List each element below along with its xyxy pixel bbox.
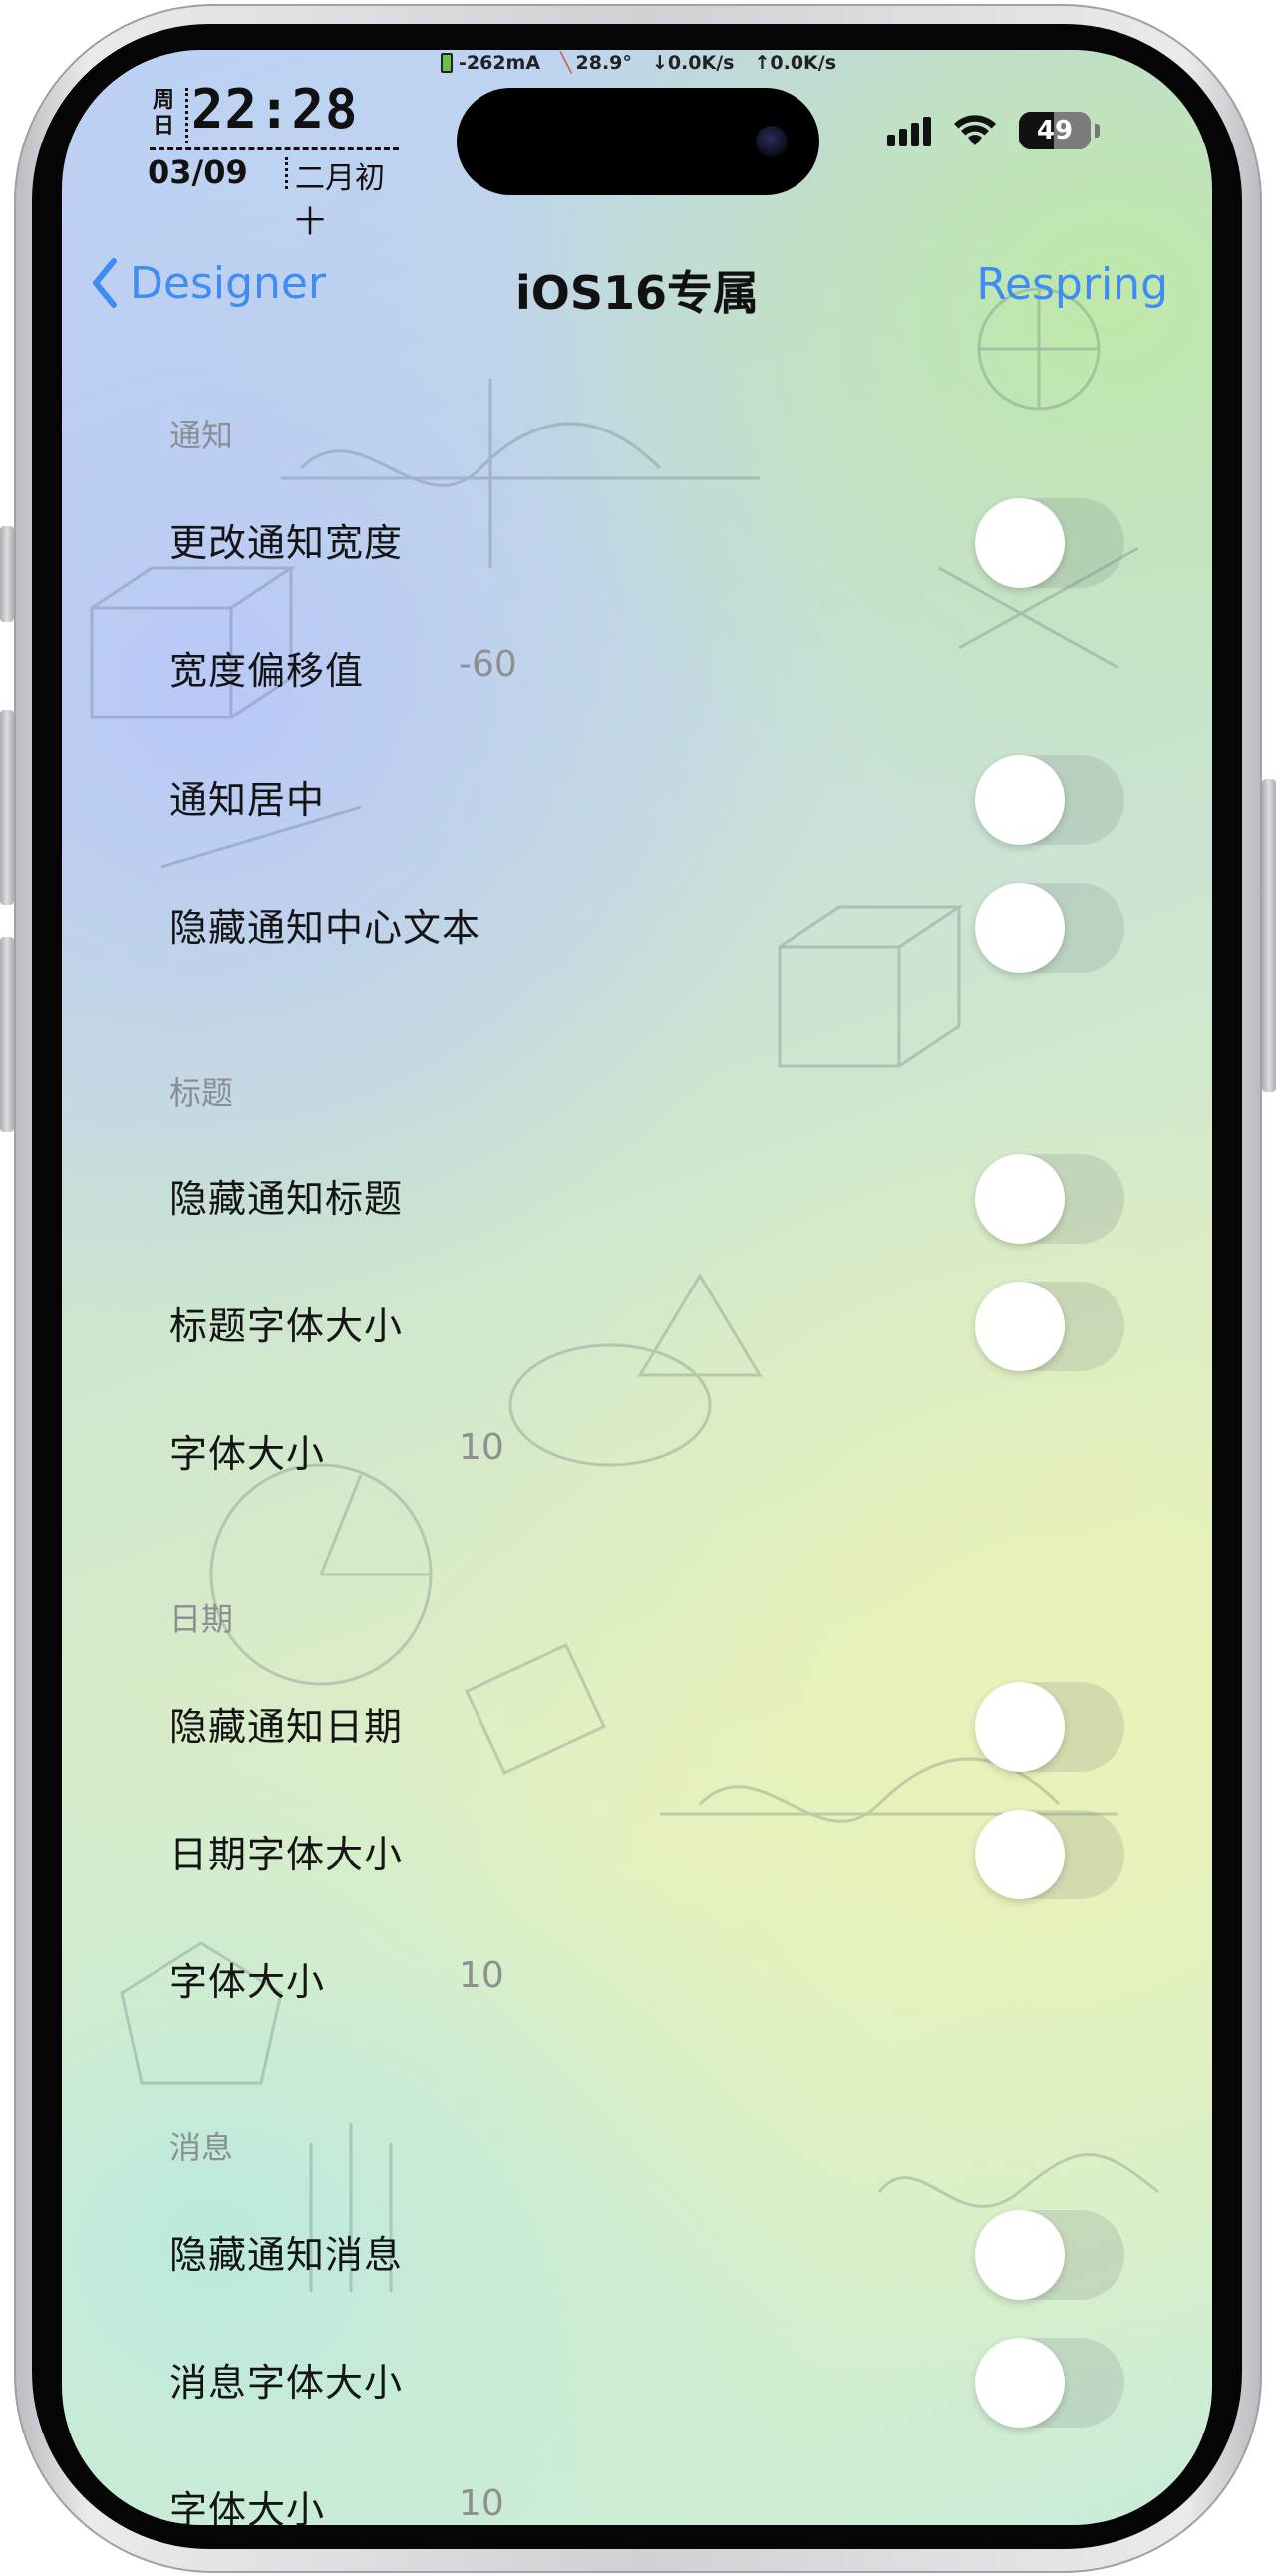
dynamic-island: [457, 88, 819, 195]
lunar-date: 二月初十: [295, 161, 385, 240]
row-label: 字体大小: [169, 2488, 326, 2525]
toggle-knob: [975, 755, 1065, 845]
toggle-knob: [975, 1682, 1065, 1772]
toggle-knob: [975, 2338, 1065, 2428]
toggle-knob: [975, 883, 1065, 973]
screen: 周日 22:28 03/09 二月初十 -262mA ╲ 28.9° ↓0.0K…: [62, 50, 1212, 2525]
row-label: 日期字体大小: [169, 1833, 404, 1876]
battery-icon: 49: [1019, 112, 1091, 149]
volume-down-button: [0, 937, 14, 1132]
value-field[interactable]: 10: [459, 1427, 504, 1468]
row-label: 隐藏通知中心文本: [169, 906, 481, 950]
row-label: 隐藏通知日期: [169, 1705, 404, 1749]
row-label: 隐藏通知标题: [169, 1177, 404, 1221]
toggle-switch[interactable]: [975, 2210, 1124, 2300]
toggle-switch[interactable]: [975, 2338, 1124, 2428]
row-label: 标题字体大小: [169, 1304, 404, 1348]
list-row: 隐藏通知日期: [169, 1678, 1176, 1772]
row-label: 消息字体大小: [169, 2361, 404, 2405]
status-clock-widget: 周日 22:28 03/09 二月初十: [130, 68, 399, 240]
toggle-switch[interactable]: [975, 1282, 1124, 1371]
thermometer-icon: ╲: [560, 52, 572, 74]
respring-button[interactable]: Respring: [976, 259, 1168, 310]
cellular-signal-icon: [887, 115, 931, 146]
battery-mini-icon: [441, 53, 453, 73]
toggle-switch[interactable]: [975, 1810, 1124, 1899]
section-header-message: 消息: [169, 2129, 234, 2166]
action-button: [0, 526, 14, 622]
status-date: 03/09: [148, 153, 248, 191]
list-row: 通知居中: [169, 751, 1176, 845]
power-button: [1262, 779, 1276, 1092]
toggle-knob: [975, 1282, 1065, 1371]
toggle-switch[interactable]: [975, 1154, 1124, 1244]
battery-level: 49: [1036, 116, 1074, 145]
status-time: 22:28: [191, 78, 359, 141]
network-down-readout: ↓0.0K/s: [651, 52, 735, 74]
row-label: 字体大小: [169, 1432, 326, 1476]
status-stats: -262mA ╲ 28.9° ↓0.0K/s ↑0.0K/s: [441, 50, 836, 76]
value-field[interactable]: 10: [459, 1955, 504, 1996]
wifi-icon: [954, 115, 996, 145]
weekday-label: 周日: [152, 88, 174, 139]
volume-up-button: [0, 710, 14, 905]
toggle-knob: [975, 498, 1065, 588]
divider: [185, 88, 188, 143]
row-label: 通知居中: [169, 778, 326, 822]
list-row: 标题字体大小: [169, 1278, 1176, 1371]
battery-tip: [1095, 124, 1100, 138]
toggle-knob: [975, 1810, 1065, 1899]
list-row: 字体大小 10: [169, 2461, 1176, 2525]
toggle-switch[interactable]: [975, 498, 1124, 588]
toggle-knob: [975, 1154, 1065, 1244]
row-label: 字体大小: [169, 1960, 326, 2004]
list-row: 字体大小 10: [169, 1933, 1176, 2025]
toggle-knob: [975, 2210, 1065, 2300]
network-up-readout: ↑0.0K/s: [754, 52, 837, 74]
list-row: 日期字体大小: [169, 1806, 1176, 1899]
list-row: 隐藏通知标题: [169, 1150, 1176, 1244]
row-label: 更改通知宽度: [169, 521, 404, 565]
list-row: 宽度偏移值 -60: [169, 622, 1176, 714]
list-row: 更改通知宽度: [169, 494, 1176, 588]
toggle-switch[interactable]: [975, 1682, 1124, 1772]
value-field[interactable]: -60: [459, 644, 517, 685]
toggle-switch[interactable]: [975, 883, 1124, 973]
divider: [150, 147, 399, 150]
section-header-title: 标题: [169, 1074, 234, 1112]
row-label: 宽度偏移值: [169, 649, 365, 693]
row-label: 隐藏通知消息: [169, 2233, 404, 2277]
divider: [285, 157, 288, 189]
list-row: 字体大小 10: [169, 1405, 1176, 1497]
current-readout: -262mA: [459, 52, 541, 74]
temperature-readout: 28.9°: [575, 52, 632, 74]
navigation-bar: Designer iOS16专属 Respring: [62, 229, 1212, 329]
list-row: 消息字体大小: [169, 2334, 1176, 2428]
toggle-switch[interactable]: [975, 755, 1124, 845]
section-header-date: 日期: [169, 1600, 234, 1638]
status-indicators: 49: [887, 112, 1100, 149]
section-header-notification: 通知: [169, 417, 234, 454]
camera-icon: [756, 126, 788, 157]
list-row: 隐藏通知消息: [169, 2206, 1176, 2300]
list-row: 隐藏通知中心文本: [169, 879, 1176, 973]
value-field[interactable]: 10: [459, 2483, 504, 2524]
